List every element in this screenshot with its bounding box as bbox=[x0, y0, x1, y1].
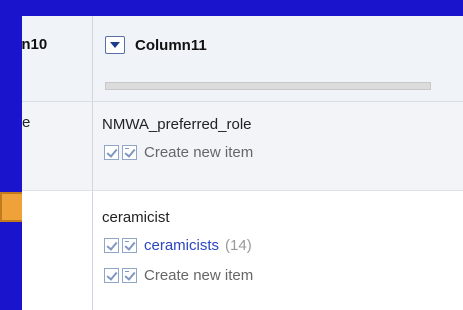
create-new-item-option[interactable]: Create new item bbox=[104, 144, 253, 164]
table-row: e NMWA_preferred_role Create new item bbox=[22, 102, 463, 191]
match-all-similar-check-icon[interactable] bbox=[122, 238, 137, 254]
candidate-link[interactable]: ceramicists bbox=[144, 237, 219, 254]
column10-cell bbox=[22, 191, 93, 310]
table-row: ceramicist ceramicists (14) Create new it… bbox=[22, 191, 463, 310]
column11-label: Column11 bbox=[135, 37, 207, 54]
column-reconcile-progress-bar bbox=[105, 82, 431, 90]
candidate-option[interactable]: ceramicists (14) bbox=[104, 237, 252, 257]
column10-cell-text: e bbox=[22, 114, 31, 131]
match-this-cell-check-icon[interactable] bbox=[104, 145, 119, 161]
column11-header: Column11 bbox=[93, 16, 463, 101]
create-new-item-option[interactable]: Create new item bbox=[104, 267, 253, 287]
table-header: mn10 Column11 bbox=[22, 16, 463, 102]
create-new-item-label[interactable]: Create new item bbox=[144, 267, 253, 284]
candidate-score: (14) bbox=[225, 237, 252, 255]
column10-cell: e bbox=[22, 102, 93, 190]
cell-value: NMWA_preferred_role bbox=[102, 116, 252, 133]
match-this-cell-check-icon[interactable] bbox=[104, 238, 119, 254]
column10-header: mn10 bbox=[22, 16, 93, 101]
column-menu-dropdown-icon[interactable] bbox=[105, 36, 125, 54]
match-this-cell-check-icon[interactable] bbox=[104, 268, 119, 284]
column10-label: mn10 bbox=[22, 36, 48, 53]
match-all-similar-check-icon[interactable] bbox=[122, 268, 137, 284]
cell-value: ceramicist bbox=[102, 209, 170, 226]
create-new-item-label[interactable]: Create new item bbox=[144, 144, 253, 161]
data-table-panel: mn10 Column11 e NMWA_preferred_role Crea… bbox=[22, 16, 463, 310]
match-all-similar-check-icon[interactable] bbox=[122, 145, 137, 161]
